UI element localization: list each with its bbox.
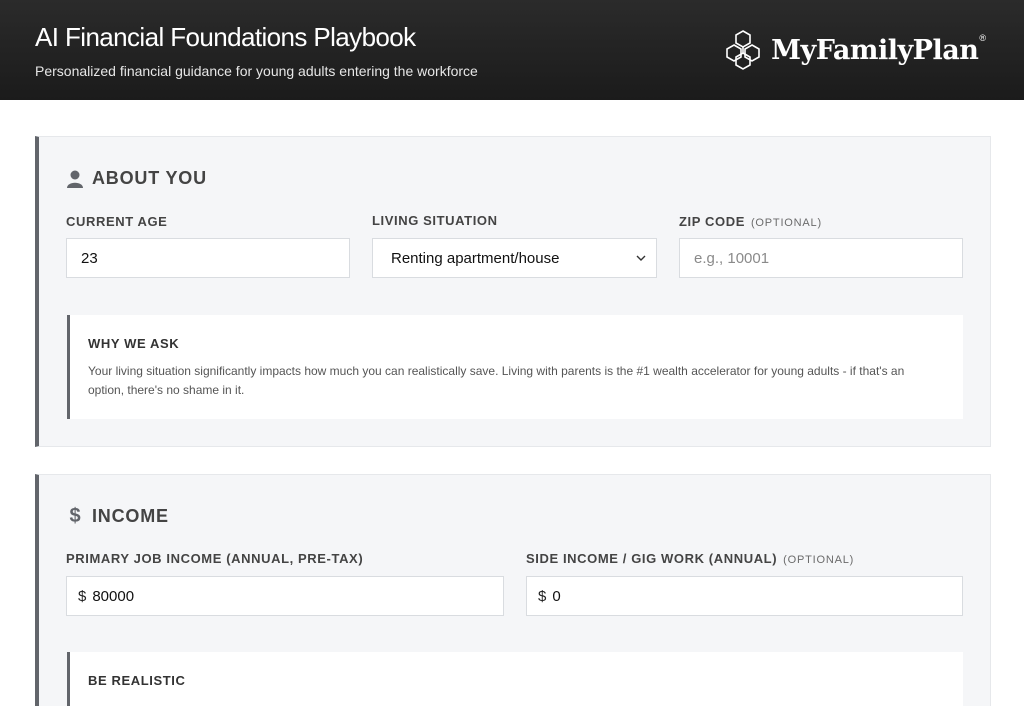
person-icon	[66, 169, 84, 189]
primary-income-label: PRIMARY JOB INCOME (ANNUAL, PRE-TAX)	[66, 551, 363, 566]
brand-name: MyFamilyPlan	[771, 34, 979, 66]
dollar-icon: $	[69, 505, 81, 527]
why-we-ask-title: WHY WE ASK	[88, 336, 180, 351]
page-subtitle: Personalized financial guidance for youn…	[35, 63, 478, 79]
current-age-input-box[interactable]	[66, 238, 350, 278]
page-title: AI Financial Foundations Playbook	[35, 22, 416, 52]
primary-income-input[interactable]	[92, 577, 503, 615]
be-realistic-title: BE REALISTIC	[88, 673, 186, 688]
side-income-input-box[interactable]: $	[526, 576, 963, 616]
income-title: INCOME	[92, 506, 169, 526]
side-income-label-text: SIDE INCOME / GIG WORK (ANNUAL)	[526, 551, 778, 566]
about-you-title: ABOUT YOU	[92, 168, 207, 188]
current-age-label-text: CURRENT AGE	[66, 214, 168, 229]
primary-income-input-box[interactable]: $	[66, 576, 504, 616]
about-you-section: ABOUT YOU CURRENT AGE LIVING SITUATION R…	[35, 136, 991, 447]
brand-logo[interactable]: MyFamilyPlan ®	[721, 28, 986, 72]
hexagon-cluster-logo-icon	[726, 30, 760, 70]
about-you-heading: ABOUT YOU	[66, 168, 207, 189]
why-we-ask-note: WHY WE ASK Your living situation signifi…	[67, 315, 963, 419]
zip-code-input-box[interactable]	[679, 238, 963, 278]
side-income-label: SIDE INCOME / GIG WORK (ANNUAL) (OPTIONAL…	[526, 551, 854, 566]
zip-code-label-text: ZIP CODE	[679, 214, 745, 229]
living-situation-label-text: LIVING SITUATION	[372, 213, 498, 228]
side-income-optional-tag: (OPTIONAL)	[783, 554, 855, 566]
be-realistic-note: BE REALISTIC	[67, 652, 963, 706]
primary-currency-symbol: $	[78, 587, 87, 605]
living-situation-label: LIVING SITUATION	[372, 213, 498, 228]
brand-registered-mark: ®	[979, 33, 986, 43]
zip-code-label: ZIP CODE (OPTIONAL)	[679, 214, 822, 229]
app-header: AI Financial Foundations Playbook Person…	[0, 0, 1024, 100]
primary-income-label-text: PRIMARY JOB INCOME (ANNUAL, PRE-TAX)	[66, 551, 364, 566]
side-currency-symbol: $	[538, 587, 547, 605]
zip-code-input[interactable]	[694, 239, 962, 277]
living-situation-value: Renting apartment/house	[391, 249, 560, 267]
income-section: $ INCOME PRIMARY JOB INCOME (ANNUAL, PRE…	[35, 474, 991, 706]
zip-optional-tag: (OPTIONAL)	[750, 217, 822, 229]
side-income-input[interactable]	[552, 577, 962, 615]
income-heading: $ INCOME	[66, 505, 169, 527]
current-age-input[interactable]	[81, 239, 349, 277]
current-age-label: CURRENT AGE	[66, 214, 167, 229]
chevron-down-icon	[636, 251, 646, 265]
why-we-ask-body: Your living situation significantly impa…	[88, 364, 905, 397]
living-situation-select[interactable]: Renting apartment/house	[372, 238, 657, 278]
